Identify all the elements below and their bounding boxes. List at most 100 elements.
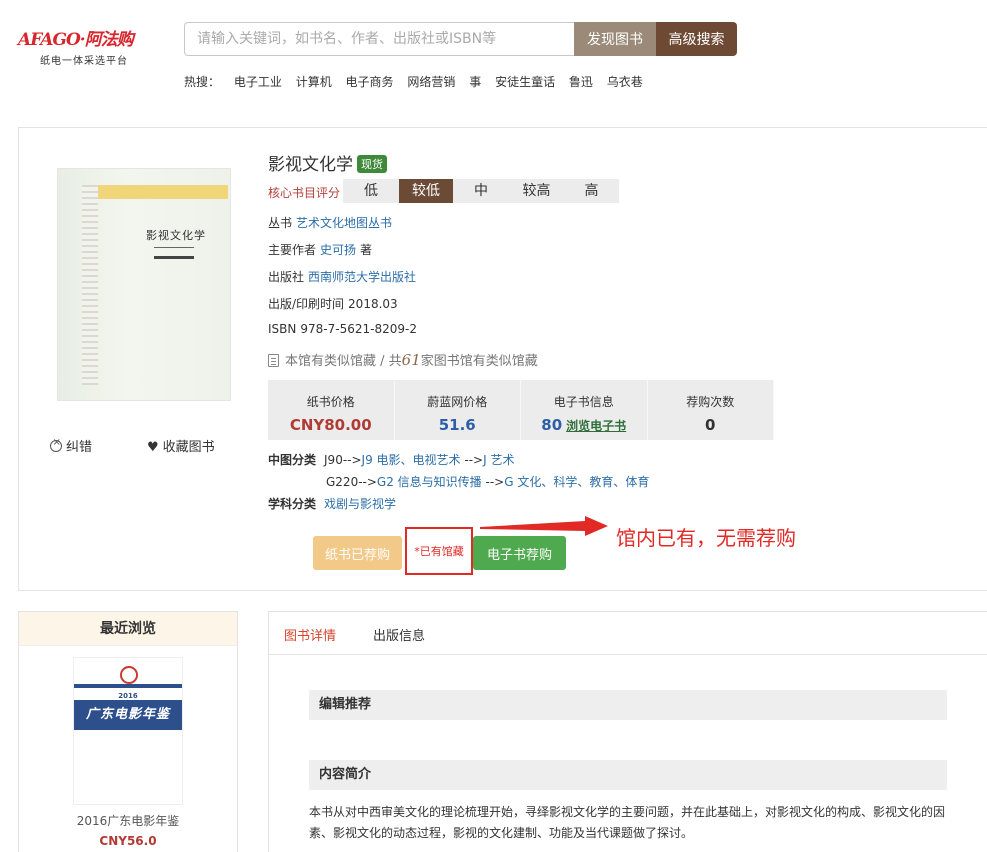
rating-option-medium[interactable]: 中 xyxy=(453,179,509,203)
publisher-label: 出版社 xyxy=(268,270,305,284)
search-input[interactable] xyxy=(184,22,575,56)
holding-suffix: 家图书馆有类似馆藏 xyxy=(420,354,538,369)
recent-browse-panel: 最近浏览 2016 广东电影年鉴 2016广东电影年鉴 CNY56.0 xyxy=(18,611,238,852)
report-error-button[interactable]: 纠错 xyxy=(50,436,92,455)
advanced-search-button[interactable]: 高级搜索 xyxy=(656,22,737,56)
clc-row-2: G220-->G2 信息与知识传播 -->G 文化、科学、教育、体育 xyxy=(326,473,649,490)
recommend-count-label: 荐购次数 xyxy=(686,395,735,409)
pubdate-label: 出版/印刷时间 xyxy=(268,297,345,311)
recommend-count-value: 0 xyxy=(705,416,716,434)
rating-option-low[interactable]: 低 xyxy=(343,179,399,203)
weilan-price-value: 51.6 xyxy=(438,416,476,434)
recent-book-name[interactable]: 2016广东电影年鉴 xyxy=(19,812,237,829)
tab-publication-info[interactable]: 出版信息 xyxy=(373,625,425,644)
holding-info: 本馆有类似馆藏 / 共61家图书馆有类似馆藏 xyxy=(268,350,538,369)
hot-search-item[interactable]: 乌衣巷 xyxy=(607,75,643,89)
paper-recommended-button[interactable]: 纸书已荐购 xyxy=(313,536,402,570)
detail-panel: 图书详情 出版信息 编辑推荐 内容简介 本书从对中西审美文化的理论梳理开始，寻绎… xyxy=(268,611,987,852)
rating-label: 核心书目评分 xyxy=(268,186,341,200)
site-logo[interactable]: AFAGO·阿法购 纸电一体采选平台 xyxy=(18,25,158,67)
author-label: 主要作者 xyxy=(268,243,317,257)
favorite-label: 收藏图书 xyxy=(162,440,215,455)
paper-price-label: 纸书价格 xyxy=(306,395,355,409)
publisher-row: 出版社 西南师范大学出版社 xyxy=(268,268,416,285)
clc-row-1: 中图分类 J90-->J9 电影、电视艺术 -->J 艺术 xyxy=(268,451,514,468)
recent-cover-title: 广东电影年鉴 xyxy=(74,700,182,730)
pubdate-row: 出版/印刷时间 2018.03 xyxy=(268,295,398,312)
clc-link[interactable]: G 文化、科学、教育、体育 xyxy=(504,475,649,489)
section-content-summary: 内容简介 xyxy=(309,760,947,790)
rating-selector: 低 较低 中 较高 高 xyxy=(343,179,619,203)
emblem-icon xyxy=(120,666,138,684)
discover-books-button[interactable]: 发现图书 xyxy=(574,22,656,56)
favorite-button[interactable]: ♥ 收藏图书 xyxy=(147,436,215,455)
already-held-tag: *已有馆藏 xyxy=(405,527,473,575)
hot-search-label: 热搜： xyxy=(184,75,221,89)
series-label: 丛书 xyxy=(268,216,293,230)
isbn-label: ISBN xyxy=(268,322,297,336)
hot-search-item[interactable]: 电子商务 xyxy=(346,75,394,89)
subject-row: 学科分类 戏剧与影视学 xyxy=(268,495,396,512)
clc-link[interactable]: J 艺术 xyxy=(483,453,514,467)
detail-tabs: 图书详情 出版信息 xyxy=(269,612,987,655)
stock-badge: 现货 xyxy=(357,155,387,173)
document-icon xyxy=(268,354,279,367)
isbn-value: 978-7-5621-8209-2 xyxy=(300,322,417,336)
rating-option-lower[interactable]: 较低 xyxy=(399,179,453,203)
cover-title: 影视文化学 xyxy=(146,229,206,242)
weilan-price-label: 蔚蓝网价格 xyxy=(427,395,488,409)
recent-browse-header: 最近浏览 xyxy=(19,612,237,646)
hot-search-item[interactable]: 事 xyxy=(469,75,481,89)
recent-book-price: CNY56.0 xyxy=(99,834,157,848)
ebook-recommend-button[interactable]: 电子书荐购 xyxy=(473,536,566,570)
clc-link[interactable]: G2 信息与知识传播 xyxy=(377,475,482,489)
price-panel: 纸书价格 CNY80.00 蔚蓝网价格 51.6 电子书信息 80 浏览电子书 荐… xyxy=(268,380,774,440)
author-role: 著 xyxy=(360,243,373,257)
heart-icon: ♥ xyxy=(147,440,159,455)
subject-link[interactable]: 戏剧与影视学 xyxy=(324,497,396,511)
author-row: 主要作者 史可扬著 xyxy=(268,241,372,258)
hot-search-item[interactable]: 网络营销 xyxy=(407,75,455,89)
recent-cover-year: 2016 xyxy=(118,692,138,700)
isbn-row: ISBN 978-7-5621-8209-2 xyxy=(268,322,417,336)
weilan-price-cell: 蔚蓝网价格 51.6 xyxy=(395,380,521,440)
annotation-text: 馆内已有，无需荐购 xyxy=(616,526,796,550)
cover-stripe xyxy=(74,684,182,688)
clc-link[interactable]: J9 电影、电视艺术 xyxy=(362,453,461,467)
clc-code-2: G220--> xyxy=(326,475,377,489)
clc-label: 中图分类 xyxy=(268,453,317,467)
hot-search-item[interactable]: 电子工业 xyxy=(234,75,282,89)
holding-prefix: 本馆有类似馆藏 / 共 xyxy=(285,354,402,369)
book-cover-image: 影视文化学 xyxy=(57,168,231,401)
rating-option-higher[interactable]: 较高 xyxy=(509,179,564,203)
clc-separator: --> xyxy=(464,453,484,467)
hot-search-item[interactable]: 计算机 xyxy=(296,75,332,89)
cover-edge xyxy=(98,185,228,199)
subject-label: 学科分类 xyxy=(268,497,317,511)
paper-price-cell: 纸书价格 CNY80.00 xyxy=(268,380,395,440)
logo-subtitle: 纸电一体采选平台 xyxy=(40,56,128,67)
series-row: 丛书 艺术文化地图丛书 xyxy=(268,214,392,231)
series-link[interactable]: 艺术文化地图丛书 xyxy=(296,216,392,230)
content-description: 本书从对中西审美文化的理论梳理开始，寻绎影视文化学的主要问题，并在此基础上，对影… xyxy=(309,805,946,840)
ebook-info-label: 电子书信息 xyxy=(553,395,614,409)
hot-search-item[interactable]: 鲁迅 xyxy=(569,75,593,89)
annotation-arrow xyxy=(480,516,608,536)
logo-text: AFAGO·阿法购 xyxy=(18,30,134,50)
browse-ebook-link[interactable]: 浏览电子书 xyxy=(566,419,626,433)
clc-separator: --> xyxy=(485,475,505,489)
publisher-link[interactable]: 西南师范大学出版社 xyxy=(308,270,416,284)
holding-count: 61 xyxy=(401,351,421,369)
pubdate-value: 2018.03 xyxy=(348,297,398,311)
recent-book-cover[interactable]: 2016 广东电影年鉴 xyxy=(73,657,183,805)
book-title: 影视文化学 现货 xyxy=(268,150,387,175)
rating-option-high[interactable]: 高 xyxy=(564,179,619,203)
author-link[interactable]: 史可扬 xyxy=(320,243,356,257)
clc-code-1: J90--> xyxy=(324,453,362,467)
tab-book-details[interactable]: 图书详情 xyxy=(284,625,336,644)
ebook-price: 80 xyxy=(541,416,563,434)
ebook-info-cell: 电子书信息 80 浏览电子书 xyxy=(521,380,648,440)
section-editor-recommend: 编辑推荐 xyxy=(309,690,947,720)
hot-search-item[interactable]: 安徒生童话 xyxy=(495,75,555,89)
report-error-label: 纠错 xyxy=(66,440,93,455)
